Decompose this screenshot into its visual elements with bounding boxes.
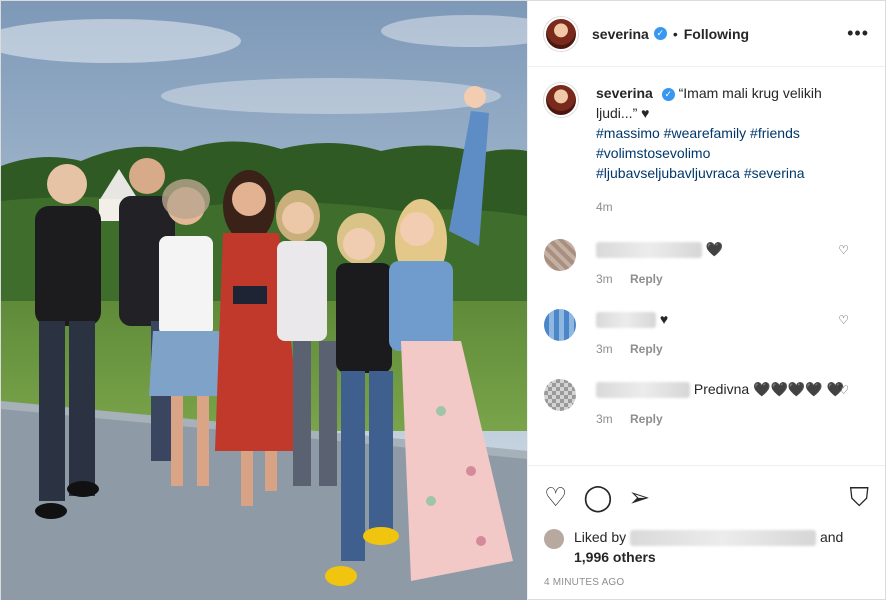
commenter-avatar[interactable] (544, 379, 576, 411)
likes-prefix: Liked by (574, 529, 627, 545)
comment-item: 🖤 3m Reply ♡ (544, 239, 869, 289)
comment-time: 3m (596, 412, 613, 426)
comment-time: 3m (596, 342, 613, 356)
comment-bubble-icon[interactable]: ◯ (583, 484, 612, 510)
comment-body: Predivna 🖤🖤🖤🖤 🖤 3m Reply (596, 379, 846, 429)
comment-meta: 3m Reply (596, 269, 846, 289)
heart-outline-icon[interactable]: ♡ (544, 484, 567, 510)
likes-summary: Liked by and 1,996 others (528, 527, 885, 567)
comment-body: 🖤 3m Reply (596, 239, 846, 289)
header-separator: • (672, 25, 678, 42)
action-bar: ♡ ◯ ➢ ⛉ (528, 465, 885, 527)
likes-count[interactable]: 1,996 others (574, 549, 656, 565)
liker-name-blurred[interactable] (630, 530, 817, 547)
caption-body: severina ✓ “Imam mali krug velikih ljudi… (596, 83, 846, 217)
commenter-name-blurred[interactable] (596, 382, 690, 399)
comment-meta: 3m Reply (596, 409, 846, 429)
group-photo-illustration (1, 1, 527, 600)
comment-time: 3m (596, 272, 613, 286)
post-header: severina ✓ • Following ••• (528, 1, 885, 67)
post-timestamp: 4 MINUTES AGO (544, 577, 625, 588)
header-username[interactable]: severina (592, 26, 649, 42)
comment-emoji: 🖤 (705, 241, 724, 257)
commenter-name-blurred[interactable] (596, 242, 702, 259)
commenter-avatar[interactable] (544, 309, 576, 341)
likes-text: Liked by and 1,996 others (574, 527, 843, 567)
commenter-avatar[interactable] (544, 239, 576, 271)
instagram-post: severina ✓ • Following ••• severina ✓ “I… (0, 0, 886, 600)
caption-time: 4m (596, 200, 613, 214)
verified-badge-icon: ✓ (661, 87, 675, 101)
comment-item: ♥ 3m Reply ♡ (544, 309, 869, 359)
reply-button[interactable]: Reply (630, 412, 663, 426)
following-button[interactable]: Following (684, 26, 749, 42)
verified-badge-icon: ✓ (653, 27, 667, 40)
comment-emoji: ♥ (659, 311, 669, 327)
bookmark-icon[interactable]: ⛉ (849, 484, 869, 510)
comments-scroll-area[interactable]: severina ✓ “Imam mali krug velikih ljudi… (528, 67, 885, 465)
more-options-icon[interactable]: ••• (847, 23, 869, 44)
comment-item: Predivna 🖤🖤🖤🖤 🖤 3m Reply ♡ (544, 379, 869, 429)
caption-hashtags[interactable]: #massimo #wearefamily #friends #volimsto… (596, 125, 805, 181)
profile-avatar[interactable] (544, 16, 578, 51)
commenter-name-blurred[interactable] (596, 312, 656, 329)
post-photo[interactable] (1, 1, 527, 600)
comment-emoji: 🖤🖤🖤🖤 🖤 (753, 381, 845, 397)
caption-avatar[interactable] (544, 83, 578, 117)
comment-body: ♥ 3m Reply (596, 309, 846, 359)
caption-username[interactable]: severina (596, 85, 653, 101)
send-paper-plane-icon[interactable]: ➢ (628, 484, 650, 510)
comment-like-heart-icon[interactable]: ♡ (838, 243, 849, 257)
reply-button[interactable]: Reply (630, 272, 663, 286)
liker-avatar[interactable] (544, 529, 564, 549)
comment-like-heart-icon[interactable]: ♡ (838, 383, 849, 397)
comment-meta: 3m Reply (596, 339, 846, 359)
post-side-panel: severina ✓ • Following ••• severina ✓ “I… (527, 1, 885, 600)
likes-suffix: and (819, 529, 844, 545)
comment-text: Predivna (693, 381, 750, 397)
comment-like-heart-icon[interactable]: ♡ (838, 313, 849, 327)
reply-button[interactable]: Reply (630, 342, 663, 356)
post-caption: severina ✓ “Imam mali krug velikih ljudi… (544, 83, 869, 217)
